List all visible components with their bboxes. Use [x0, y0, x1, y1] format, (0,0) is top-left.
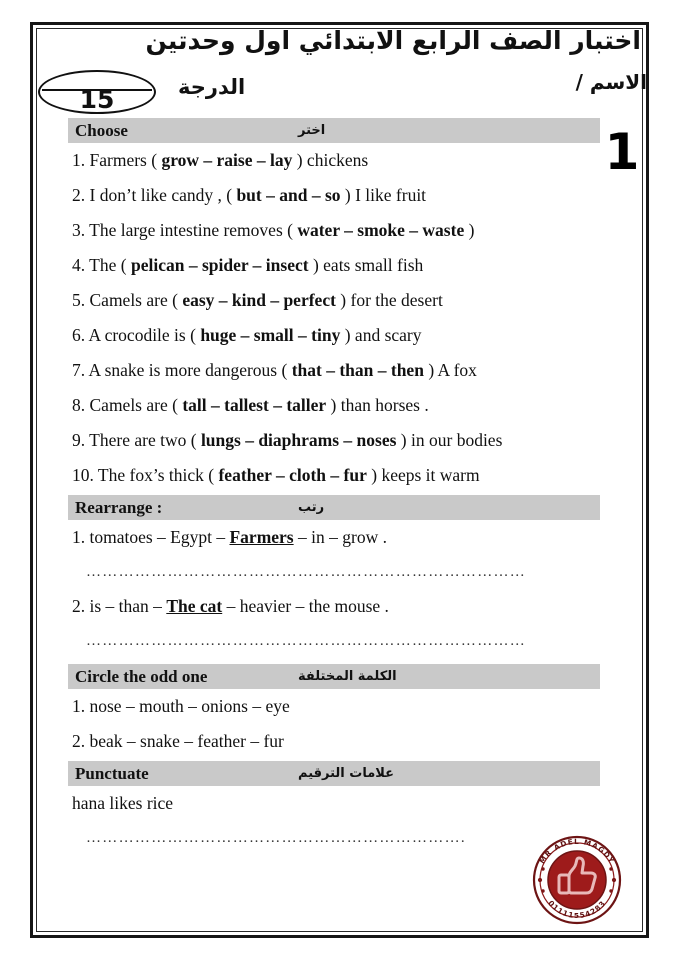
question-prefix: 1. Farmers (	[72, 150, 162, 170]
question-prefix: 9. There are two (	[72, 430, 201, 450]
odd-one-item: 1. nose – mouth – onions – eye	[72, 696, 290, 716]
rearrange-prefix: 2. is – than –	[72, 596, 167, 616]
question-prefix: 7. A snake is more dangerous (	[72, 360, 292, 380]
exam-title: اختبار الصف الرابع الابتدائي اول وحدتين	[145, 26, 641, 55]
question-item: 3. The large intestine removes ( water –…	[68, 213, 600, 248]
section-header-punctuate: Punctuate علامات الترقيم	[68, 761, 600, 786]
section-title-en: Choose	[75, 121, 128, 140]
section-header-odd-one: Circle the odd one الكلمة المختلفة	[68, 664, 600, 689]
section-title-ar: علامات الترقيم	[298, 766, 395, 781]
question-options: easy – kind – perfect	[182, 290, 336, 310]
section-title-en: Circle the odd one	[75, 667, 208, 686]
question-suffix: ) chickens	[292, 150, 369, 170]
rearrange-item: 2. is – than – The cat – heavier – the m…	[68, 589, 600, 624]
grade-value: 15	[79, 85, 115, 114]
worksheet-content: Choose اختر 1. Farmers ( grow – raise – …	[68, 118, 600, 855]
question-prefix: 3. The large intestine removes (	[72, 220, 298, 240]
section-title-en: Punctuate	[75, 764, 149, 783]
question-options: grow – raise – lay	[161, 150, 293, 170]
question-options: pelican – spider – insect	[130, 255, 309, 275]
question-item: 2. I don’t like candy , ( but – and – so…	[68, 178, 600, 213]
question-options: but – and – so	[236, 185, 341, 205]
sheet-number: 1	[604, 123, 640, 181]
rearrange-suffix: – heavier – the mouse .	[222, 596, 389, 616]
question-prefix: 10. The fox’s thick (	[72, 465, 219, 485]
question-item: 10. The fox’s thick ( feather – cloth – …	[68, 458, 600, 493]
answer-line[interactable]: ………………………………………………………………………	[68, 624, 600, 658]
teacher-stamp: MR ADEL MAGDY 01111554283	[521, 826, 633, 934]
section-title-ar: الكلمة المختلفة	[298, 669, 397, 684]
question-item: 8. Camels are ( tall – tallest – taller …	[68, 388, 600, 423]
question-suffix: ) eats small fish	[308, 255, 424, 275]
question-suffix: ) keeps it warm	[366, 465, 480, 485]
student-name-label: الاسم /	[575, 70, 647, 94]
grade-label: الدرجة	[178, 75, 246, 99]
rearrange-suffix: – in – grow .	[293, 527, 387, 547]
worksheet-header: اختبار الصف الرابع الابتدائي اول وحدتين …	[30, 22, 649, 120]
question-prefix: 8. Camels are (	[72, 395, 183, 415]
question-item: 7. A snake is more dangerous ( that – th…	[68, 353, 600, 388]
question-prefix: 4. The (	[72, 255, 131, 275]
question-options: lungs – diaphrams – noses	[200, 430, 397, 450]
question-item: 9. There are two ( lungs – diaphrams – n…	[68, 423, 600, 458]
question-options: tall – tallest – taller	[182, 395, 327, 415]
rearrange-emphasis: The cat	[166, 596, 223, 616]
question-options: huge – small – tiny	[200, 325, 341, 345]
section-title-en: Rearrange :	[75, 498, 163, 517]
question-item: 4. The ( pelican – spider – insect ) eat…	[68, 248, 600, 283]
question-options: that – than – then	[291, 360, 424, 380]
question-suffix: ) in our bodies	[396, 430, 503, 450]
rearrange-emphasis: Farmers	[229, 527, 294, 547]
question-item: 1. Farmers ( grow – raise – lay ) chicke…	[68, 143, 600, 178]
section-title-ar: رتب	[298, 500, 325, 515]
question-item: 6. A crocodile is ( huge – small – tiny …	[68, 318, 600, 353]
grade-ellipse: 15	[38, 70, 156, 114]
odd-one-item: 2. beak – snake – feather – fur	[72, 731, 284, 751]
question-suffix: ) A fox	[423, 360, 477, 380]
question-suffix: ) and scary	[340, 325, 422, 345]
question-options: water – smoke – waste	[297, 220, 465, 240]
question-prefix: 2. I don’t like candy , (	[72, 185, 237, 205]
question-prefix: 6. A crocodile is (	[72, 325, 201, 345]
section-header-choose: Choose اختر	[68, 118, 600, 143]
question-suffix: ) I like fruit	[340, 185, 427, 205]
question-prefix: 5. Camels are (	[72, 290, 183, 310]
question-suffix: ) than horses .	[326, 395, 429, 415]
punctuate-item: hana likes rice	[72, 793, 174, 813]
question-options: feather – cloth – fur	[218, 465, 367, 485]
rearrange-prefix: 1. tomatoes – Egypt –	[72, 527, 230, 547]
rearrange-item: 1. tomatoes – Egypt – Farmers – in – gro…	[68, 520, 600, 555]
section-title-ar: اختر	[298, 123, 326, 138]
question-suffix: )	[464, 220, 475, 240]
question-suffix: ) for the desert	[335, 290, 443, 310]
section-header-rearrange: Rearrange : رتب	[68, 495, 600, 520]
answer-line[interactable]: ………………………………………………………………………	[68, 555, 600, 589]
question-item: 5. Camels are ( easy – kind – perfect ) …	[68, 283, 600, 318]
